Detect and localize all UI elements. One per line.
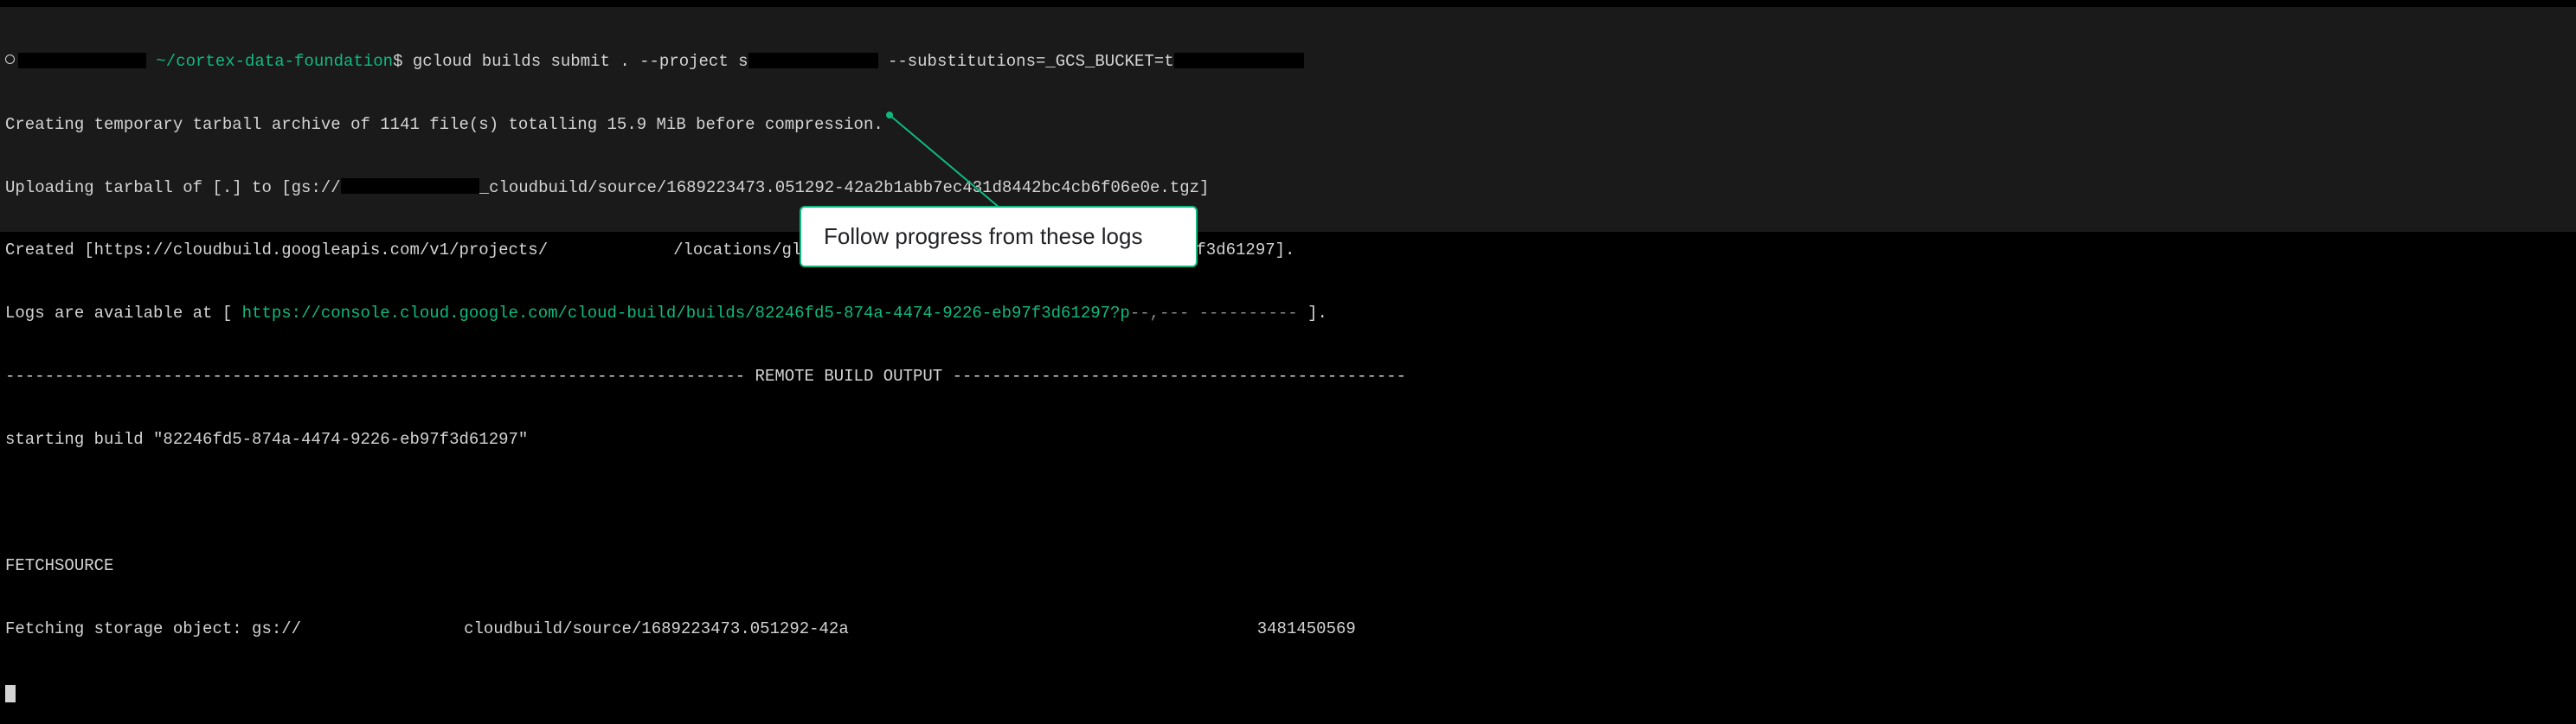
output-fetchsource: FETCHSOURCE <box>5 555 2571 576</box>
callout-box: Follow progress from these logs <box>800 206 1198 267</box>
output-fetching: Fetching storage object: gs:// cloudbuild… <box>5 618 2571 639</box>
output-logs: Logs are available at [ https://console.… <box>5 303 2571 324</box>
output-created: Created [https://cloudbuild.googleapis.c… <box>5 240 2571 260</box>
output-upload: Uploading tarball of [.] to [gs:// _cloud… <box>5 177 2571 198</box>
redacted-project <box>748 53 878 68</box>
upload-prefix: Uploading tarball of [.] to [gs:// <box>5 178 341 197</box>
fetching-tail: 3481450569 <box>1257 619 1356 638</box>
logs-prefix: Logs are available at [ <box>5 304 242 323</box>
redacted-bucket <box>1174 53 1304 68</box>
redacted-user-host <box>18 53 146 68</box>
cursor-line <box>5 682 2571 702</box>
divider-line: ----------------------------------------… <box>5 366 2571 387</box>
redacted-project-2 <box>548 241 673 257</box>
shell-status-icon <box>5 54 15 64</box>
fetching-prefix: Fetching storage object: gs:// <box>5 619 301 638</box>
terminal-cursor-icon <box>5 685 16 702</box>
logs-suffix: ]. <box>1298 304 1327 323</box>
prompt-path: ~/cortex-data-foundation <box>156 52 393 71</box>
divider-label: REMOTE BUILD OUTPUT <box>745 367 952 386</box>
terminal-window[interactable]: ~/cortex-data-foundation$ gcloud builds … <box>0 7 2576 232</box>
redacted-upload-bucket <box>341 178 479 194</box>
prompt-line: ~/cortex-data-foundation$ gcloud builds … <box>5 51 2571 72</box>
logs-tail-redacted: --,--- ---------- <box>1130 304 1298 323</box>
logs-link[interactable]: https://console.cloud.google.com/cloud-b… <box>242 304 1130 323</box>
redacted-fetch-bucket <box>301 620 464 636</box>
output-starting: starting build "82246fd5-874a-4474-9226-… <box>5 429 2571 450</box>
blank-line <box>5 492 2571 513</box>
output-tarball: Creating temporary tarball archive of 11… <box>5 114 2571 135</box>
created-prefix: Created [https://cloudbuild.googleapis.c… <box>5 240 548 259</box>
command-text-1: gcloud builds submit . --project s <box>413 52 748 71</box>
command-text-2: --substitutions=_GCS_BUCKET=t <box>878 52 1174 71</box>
callout-text: Follow progress from these logs <box>824 223 1142 249</box>
fetching-mid: cloudbuild/source/1689223473.051292-42a <box>464 619 849 638</box>
upload-suffix: _cloudbuild/source/1689223473.051292-42a… <box>479 178 1210 197</box>
prompt-dollar: $ <box>393 52 402 71</box>
